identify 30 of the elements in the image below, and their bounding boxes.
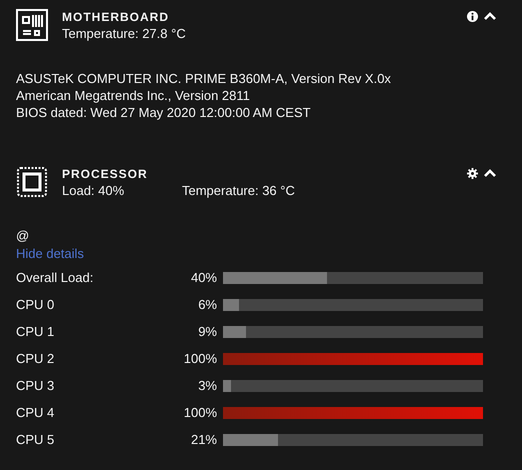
motherboard-icon — [16, 9, 48, 41]
load-reading: 40% — [190, 269, 218, 288]
info-icon[interactable] — [467, 11, 478, 22]
load-reading: 9% — [197, 323, 218, 342]
load-label: Load: 40% — [62, 182, 126, 199]
processor-title: PROCESSOR — [62, 166, 149, 182]
cpu-label: CPU 5 — [16, 431, 56, 450]
detail-line: ASUSTeK COMPUTER INC. PRIME B360M-A, Version Rev X.0x — [16, 70, 392, 87]
processor-name: @ — [16, 227, 30, 244]
load-reading: 100% — [182, 350, 218, 368]
cpu-label: CPU 4 — [16, 404, 56, 422]
collapse-icon[interactable] — [484, 12, 496, 21]
collapse-icon[interactable] — [484, 169, 496, 178]
cpu-label: CPU 2 — [16, 350, 56, 368]
cpu-label: CPU 1 — [16, 323, 56, 342]
temperature-label: Temperature: 27.8 °C — [62, 25, 186, 42]
cpu-label: Overall Load: — [16, 269, 94, 288]
hide-details-link[interactable]: Hide details — [16, 244, 84, 264]
settings-icon[interactable] — [467, 168, 478, 179]
detail-line: American Megatrends Inc., Version 2811 — [16, 87, 251, 104]
detail-line: BIOS dated: Wed 27 May 2020 12:00:00 AM CEST — [16, 104, 312, 121]
load-reading: 6% — [197, 296, 218, 314]
cpu-label: CPU 0 — [16, 296, 56, 314]
load-reading: 100% — [182, 404, 218, 422]
motherboard-title: MOTHERBOARD — [62, 9, 170, 25]
processor-icon — [16, 166, 48, 198]
cpu-label: CPU 3 — [16, 377, 56, 396]
load-reading: 3% — [197, 377, 218, 396]
temperature-label: Temperature: 36 °C — [182, 182, 295, 199]
load-reading: 21% — [190, 431, 218, 450]
